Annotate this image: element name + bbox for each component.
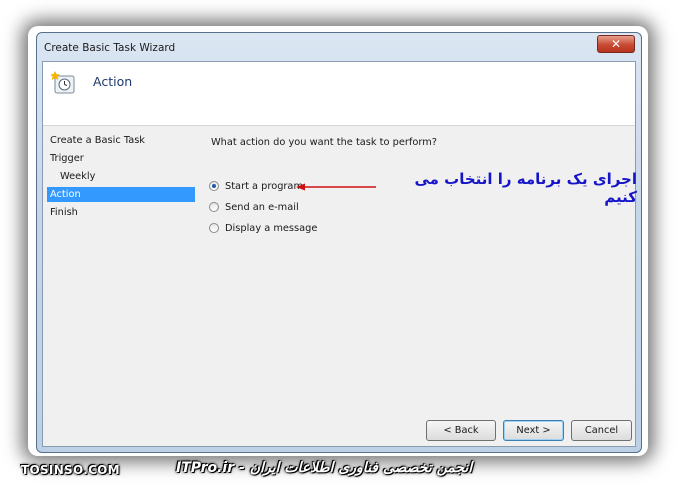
option-display-message-label: Display a message (225, 222, 318, 234)
page-title: Action (93, 74, 133, 89)
watermark-tosinso: TOSINSO.COM (21, 463, 120, 477)
wizard-window: Create Basic Task Wizard ✕ Action Create… (36, 32, 642, 453)
wizard-content: What action do you want the task to perf… (201, 126, 637, 446)
action-question: What action do you want the task to perf… (211, 137, 437, 148)
nav-item-weekly[interactable]: Weekly (47, 169, 195, 184)
wizard-header: Action (43, 62, 635, 126)
nav-item-create-basic-task[interactable]: Create a Basic Task (47, 133, 195, 148)
wizard-steps-nav: Create a Basic Task Trigger Weekly Actio… (43, 126, 201, 446)
title-bar[interactable]: Create Basic Task Wizard ✕ (37, 33, 641, 61)
close-button[interactable]: ✕ (597, 35, 635, 53)
option-send-email-label: Send an e-mail (225, 201, 299, 213)
nav-item-action[interactable]: Action (47, 187, 195, 202)
watermark-itpro: ITPro.ir - انجمن تخصصی فناوری اطلاعات ای… (176, 460, 473, 476)
task-scheduler-icon (51, 71, 75, 94)
option-display-message[interactable]: Display a message (209, 221, 317, 235)
option-send-email[interactable]: Send an e-mail (209, 200, 299, 214)
radio-start-program[interactable] (209, 181, 219, 191)
window-title: Create Basic Task Wizard (44, 42, 176, 54)
nav-item-trigger[interactable]: Trigger (47, 151, 195, 166)
nav-item-finish[interactable]: Finish (47, 205, 195, 220)
back-button[interactable]: < Back (426, 420, 496, 441)
radio-send-email[interactable] (209, 202, 219, 212)
cancel-button[interactable]: Cancel (571, 420, 632, 441)
option-start-program[interactable]: Start a program (209, 179, 303, 193)
close-icon: ✕ (610, 37, 622, 51)
wizard-client-area: Action Create a Basic Task Trigger Weekl… (42, 61, 637, 447)
option-start-program-label: Start a program (225, 180, 303, 192)
annotation-text: اجرای یک برنامه را انتخاب می کنیم (414, 170, 637, 206)
radio-display-message[interactable] (209, 223, 219, 233)
next-button[interactable]: Next > (503, 420, 564, 441)
annotation-arrow-icon (296, 183, 376, 191)
